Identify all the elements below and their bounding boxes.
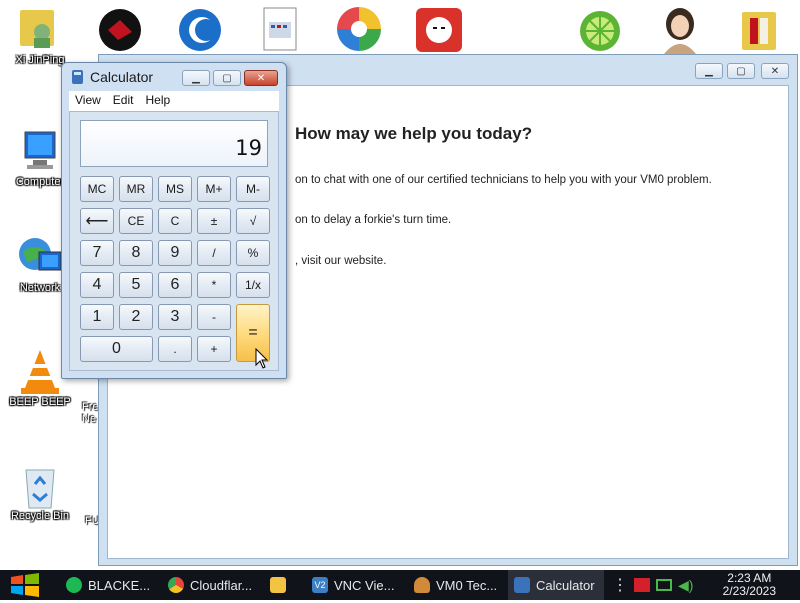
technician-icon [414,577,430,593]
lime-app-icon[interactable] [577,4,627,54]
digit-6-button[interactable]: 6 [158,272,192,298]
computer-icon [17,128,63,174]
taskbar: BLACKE... Cloudflar... V2 VNC Vie... VM0… [0,570,800,600]
calc-body: 19 MC MR MS M+ M- ⟵ CE C ± √ 7 8 9 / % 4… [69,111,279,371]
task-calculator[interactable]: Calculator [508,570,604,600]
meme-face-icon[interactable] [414,4,464,54]
calculator-icon [514,577,530,593]
mouse-cursor-icon [255,347,269,375]
calculator-icon [72,70,83,84]
overflow-menu-icon[interactable]: ⋮ [612,575,628,595]
partial-label-ne: Ne [82,413,97,425]
calculator-window[interactable]: Calculator ▁ ▢ ✕ View Edit Help 19 MC MR… [61,62,287,379]
menu-view[interactable]: View [69,91,107,111]
digit-3-button[interactable]: 3 [158,304,192,330]
start-button[interactable] [8,572,46,598]
calc-display-value: 19 [235,136,262,160]
vlc-cone-icon [17,348,63,394]
app-blue-c-icon[interactable] [176,4,226,54]
task-label: Calculator [536,577,595,593]
help-line-chat: on to chat with one of our certified tec… [295,174,712,186]
spotify-icon [66,577,82,593]
decimal-button[interactable]: . [158,336,192,362]
calc-maximize-button[interactable]: ▢ [213,70,241,86]
document-icon[interactable] [258,4,308,54]
calc-close-button[interactable]: ✕ [244,70,278,86]
task-vm0-technician[interactable]: VM0 Tec... [408,570,504,600]
task-label: VM0 Tec... [436,577,498,593]
recycle-bin-icon [17,462,63,509]
colorful-app-icon[interactable] [334,4,384,54]
chrome-icon [168,577,184,593]
app-red-logo-icon[interactable] [96,4,146,54]
digit-0-button[interactable]: 0 [80,336,153,362]
digit-4-button[interactable]: 4 [80,272,114,298]
backspace-button[interactable]: ⟵ [80,208,114,234]
help-line-website: , visit our website. [295,255,387,267]
percent-button[interactable]: % [236,240,270,266]
clock-date: 2/23/2023 [722,584,776,598]
network-icon [17,234,63,280]
help-heading: How may we help you today? [295,124,533,143]
task-label: BLACKE... [88,577,151,593]
windows-logo-icon [11,573,39,597]
help-line-delay: on to delay a forkie's turn time. [295,214,452,226]
calc-menubar: View Edit Help [69,91,279,111]
volume-icon[interactable]: ◀) [678,577,693,594]
task-spotify[interactable]: BLACKE... [60,570,156,600]
divide-button[interactable]: / [197,240,231,266]
digit-5-button[interactable]: 5 [119,272,153,298]
reciprocal-button[interactable]: 1/x [236,272,270,298]
digit-8-button[interactable]: 8 [119,240,153,266]
calculator-title: Calculator [90,69,154,85]
clear-entry-button[interactable]: CE [119,208,153,234]
calc-minimize-button[interactable]: ▁ [182,70,210,86]
menu-help[interactable]: Help [139,91,176,111]
add-button[interactable]: + [197,336,231,362]
plus-minus-button[interactable]: ± [197,208,231,234]
minimize-button[interactable]: ▁ [695,63,723,79]
calc-display: 19 [80,120,268,167]
desktop-icon-user[interactable]: Xi JinPing [0,4,80,66]
mc-button[interactable]: MC [80,176,114,202]
subtract-button[interactable]: - [197,304,231,330]
task-label: Cloudflar... [190,577,253,593]
folder-icon [270,577,286,593]
m-plus-button[interactable]: M+ [197,176,231,202]
vnc-icon: V2 [312,577,328,593]
sqrt-button[interactable]: √ [236,208,270,234]
portrait-icon[interactable] [656,4,706,54]
task-chrome[interactable]: Cloudflar... [162,570,258,600]
flag-icon[interactable] [634,578,650,592]
network-status-icon[interactable] [656,579,672,591]
task-label: VNC Vie... [334,577,395,593]
close-button[interactable]: ✕ [761,63,789,79]
digit-7-button[interactable]: 7 [80,240,114,266]
digit-2-button[interactable]: 2 [119,304,153,330]
maximize-button[interactable]: ▢ [727,63,755,79]
digit-9-button[interactable]: 9 [158,240,192,266]
folder-docs-icon[interactable] [736,4,786,54]
digit-1-button[interactable]: 1 [80,304,114,330]
menu-edit[interactable]: Edit [107,91,140,111]
desktop-icon-recycle-bin[interactable]: Recycle Bin [0,462,80,522]
clear-button[interactable]: C [158,208,192,234]
task-vnc-viewer[interactable]: V2 VNC Vie... [306,570,400,600]
task-file-explorer[interactable] [264,570,300,600]
multiply-button[interactable]: * [197,272,231,298]
taskbar-clock[interactable]: 2:23 AM 2/23/2023 [723,572,776,598]
ms-button[interactable]: MS [158,176,192,202]
mr-button[interactable]: MR [119,176,153,202]
m-minus-button[interactable]: M- [236,176,270,202]
partial-label-fre: Fre [82,401,99,413]
system-tray: ⋮ ◀) [612,570,693,600]
